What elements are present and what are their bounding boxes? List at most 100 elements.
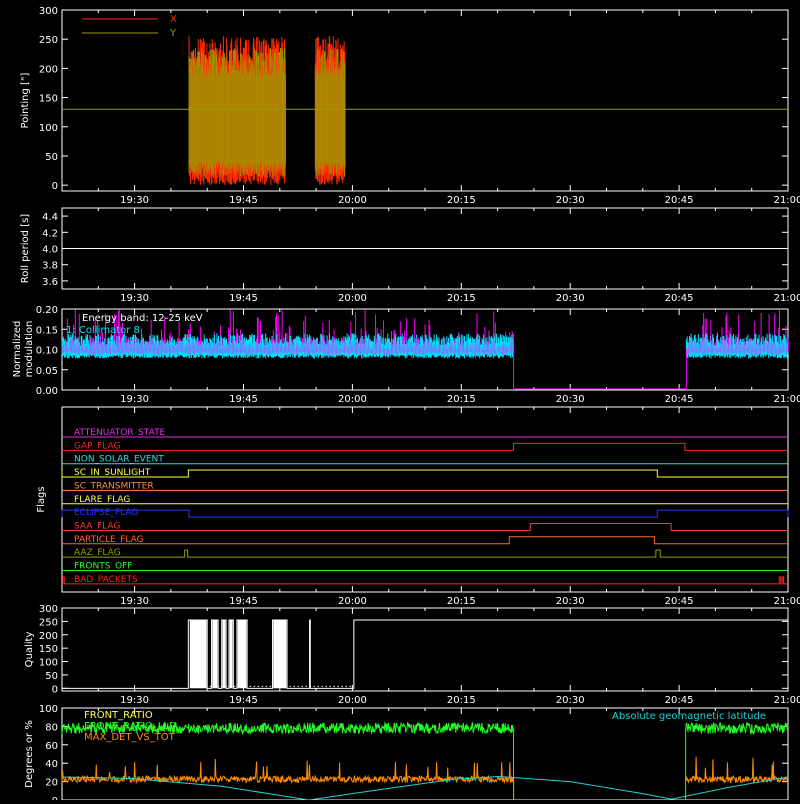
flag-line: [62, 522, 788, 531]
quality-ytick-label: 200: [39, 631, 58, 642]
time-tick-label: 19:45: [229, 596, 258, 607]
flag-line: [62, 549, 788, 558]
time-tick-label: 20:00: [338, 695, 367, 706]
legend-geomagnetic-latitude: Absolute geomagnetic latitude: [612, 711, 766, 722]
pointing-ytick-label: 100: [39, 123, 58, 134]
time-tick-label: 20:00: [338, 596, 367, 607]
legend-y-label: Y: [169, 28, 177, 39]
quality-block: [212, 620, 218, 689]
modulation-ytick-label: 0.05: [36, 366, 58, 377]
time-tick-label: 19:30: [120, 596, 149, 607]
pointing-ylabel: Pointing ["]: [20, 72, 31, 128]
time-tick-label: 20:45: [665, 195, 694, 206]
quality-ytick-label: 150: [39, 644, 58, 655]
roll-ytick-label: 4.4: [42, 212, 58, 223]
pointing-ytick-label: 300: [39, 6, 58, 17]
quality-ytick-label: 250: [39, 617, 58, 628]
time-tick-label: 20:45: [665, 695, 694, 706]
time-tick-label: 20:30: [556, 293, 585, 304]
roll-ytick-label: 4.2: [42, 228, 58, 239]
max-det-line: [685, 756, 789, 784]
time-tick-label: 21:00: [774, 394, 800, 405]
quality-block: [189, 620, 207, 689]
quality-block: [273, 620, 287, 689]
quality-block: [222, 620, 226, 689]
front-ytick-label: 40: [45, 759, 58, 770]
flag-label: BAD_PACKETS: [74, 575, 138, 585]
flag-label: FLARE_FLAG: [74, 495, 130, 505]
time-tick-label: 20:15: [447, 195, 476, 206]
flag-label: AAZ_FLAG: [74, 548, 121, 558]
flag-label: ATTENUATOR_STATE: [74, 428, 166, 438]
time-tick-label: 20:45: [665, 394, 694, 405]
quality-ytick-label: 50: [45, 671, 58, 682]
flag-label: SC_TRANSMITTER: [74, 481, 154, 491]
front-ytick-label: 100: [39, 704, 58, 715]
flag-line: [62, 536, 788, 545]
time-tick-label: 20:00: [338, 394, 367, 405]
modulation-ylabel-2: modulation: [24, 321, 35, 378]
time-tick-label: 20:15: [447, 394, 476, 405]
legend-front-ratio-lld: FRONT_RATIO_LLD: [84, 721, 177, 732]
modulation-ytick-label: 0.20: [36, 305, 58, 316]
time-tick-label: 20:00: [338, 293, 367, 304]
flag-row: [61, 509, 789, 518]
flag-row: [61, 469, 788, 478]
time-tick-label: 20:45: [665, 293, 694, 304]
time-tick-label: 21:00: [774, 293, 800, 304]
flag-label: NON_SOLAR_EVENT: [74, 455, 164, 465]
front-ytick-label: 0: [52, 796, 58, 800]
energy-band-label: Energy band: 12-25 keV: [82, 313, 203, 324]
flag-row: [62, 576, 788, 585]
time-tick-label: 21:00: [774, 695, 800, 706]
time-tick-label: 20:30: [556, 695, 585, 706]
flag-label: GAP_FLAG: [74, 441, 120, 451]
max-det-line: [61, 758, 514, 785]
front-ylabel: Degrees or %: [24, 720, 35, 788]
flag-row: [62, 522, 788, 531]
quality-block: [229, 620, 233, 689]
pointing-ytick-label: 50: [45, 152, 58, 163]
roll-ylabel: Roll period [s]: [20, 214, 31, 283]
time-tick-label: 20:15: [447, 596, 476, 607]
roll-ytick-label: 3.8: [42, 261, 58, 272]
flag-label: PARTICLE_FLAG: [74, 535, 144, 545]
time-tick-label: 20:15: [447, 695, 476, 706]
modulation-ytick-label: 0.00: [36, 386, 58, 397]
time-tick-label: 19:45: [229, 293, 258, 304]
flags-frame: [61, 406, 789, 593]
quality-line: [62, 619, 788, 689]
time-tick-label: 20:30: [556, 596, 585, 607]
flags-ylabel: Flags: [36, 486, 47, 512]
quality-series: [62, 619, 788, 689]
front-ratio-lld-line: [685, 721, 789, 736]
flag-row: [62, 536, 788, 545]
modulation-segment: [685, 310, 789, 359]
time-tick-label: 19:45: [229, 695, 258, 706]
flag-label: FRONTS_OFF: [74, 562, 132, 572]
flag-row: [62, 442, 788, 451]
roll-ytick-label: 4.0: [42, 245, 58, 256]
time-tick-label: 20:00: [338, 195, 367, 206]
roll-ytick-label: 3.6: [42, 277, 58, 288]
time-tick-label: 19:30: [120, 394, 149, 405]
flag-line: [62, 442, 788, 451]
time-tick-label: 19:45: [229, 394, 258, 405]
time-tick-label: 19:30: [120, 293, 149, 304]
collimator-label: 1: Collimator 8: [66, 325, 140, 336]
front-ytick-label: 20: [45, 778, 58, 789]
front-gap-edges: [513, 728, 687, 800]
front-segment: [685, 721, 789, 784]
flag-label: ECLIPSE_FLAG: [74, 508, 138, 518]
time-tick-label: 20:15: [447, 293, 476, 304]
modulation-ylabel-1: Normalized: [12, 321, 23, 378]
quality-ytick-label: 300: [39, 604, 58, 615]
pointing-ytick-label: 0: [52, 181, 58, 192]
time-tick-label: 20:45: [665, 596, 694, 607]
time-tick-label: 19:30: [120, 695, 149, 706]
modulation-ytick-label: 0.10: [36, 346, 58, 357]
flag-label: SC_IN_SUNLIGHT: [74, 468, 151, 478]
quality-ylabel: Quality: [24, 632, 35, 668]
legend-front-ratio: FRONT_RATIO: [84, 710, 153, 721]
flag-label: SAA_FLAG: [74, 521, 120, 531]
